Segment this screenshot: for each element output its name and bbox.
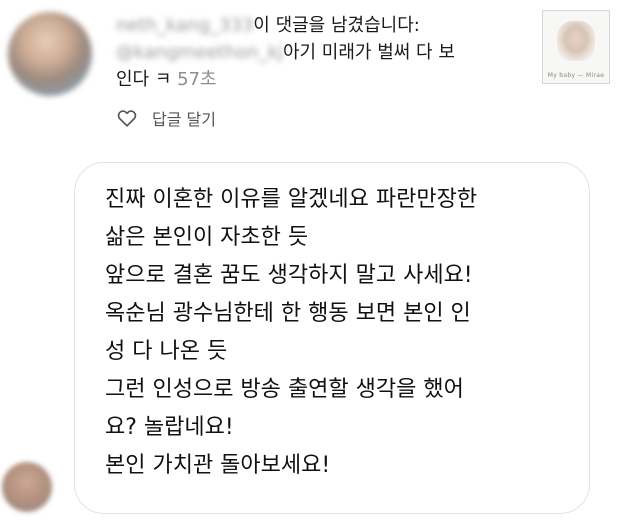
notification-text: neth_kang_333이 댓글을 남겼습니다: @kangmeethon_k… — [116, 12, 526, 93]
heart-icon[interactable] — [116, 107, 138, 129]
message-line: 진짜 이혼한 이유를 알겠네요 파란만장한 — [105, 187, 478, 212]
comment-preview-1: 아기 미래가 벌써 다 보 — [282, 42, 455, 63]
timestamp: 57초 — [177, 69, 217, 90]
message-line: 앞으로 결혼 꿈도 생각하지 말고 사세요! — [105, 263, 473, 288]
sender-avatar[interactable] — [2, 462, 52, 512]
message-line: 그런 인성으로 방송 출연할 생각을 했어 — [105, 377, 464, 402]
message-line: 성 다 나온 듯 — [105, 339, 228, 364]
avatar[interactable] — [8, 12, 92, 96]
thumbnail-caption: My baby — Mirae — [547, 72, 605, 79]
message-line: 삶은 본인이 자초한 듯 — [105, 225, 309, 250]
notification-action: 이 댓글을 남겼습니다: — [253, 15, 420, 36]
message-line: 본인 가치관 돌아보세요! — [105, 453, 331, 478]
message-bubble: 진짜 이혼한 이유를 알겠네요 파란만장한 삶은 본인이 자초한 듯 앞으로 결… — [74, 162, 590, 514]
reply-button[interactable]: 답글 달기 — [152, 106, 216, 130]
comment-preview-2: 인다 ㅋ — [116, 69, 172, 90]
comment-actions: 답글 달기 — [116, 106, 216, 130]
mention[interactable]: @kangmeethon_kj — [116, 42, 283, 63]
post-thumbnail[interactable]: My baby — Mirae — [542, 10, 610, 84]
baby-photo — [557, 21, 595, 61]
username[interactable]: neth_kang_333 — [116, 15, 253, 36]
message-text: 진짜 이혼한 이유를 알겠네요 파란만장한 삶은 본인이 자초한 듯 앞으로 결… — [105, 181, 575, 485]
message-line: 요? 놀랍네요! — [105, 415, 234, 440]
message-line: 옥순님 광수님한테 한 행동 보면 본인 인 — [105, 301, 471, 326]
